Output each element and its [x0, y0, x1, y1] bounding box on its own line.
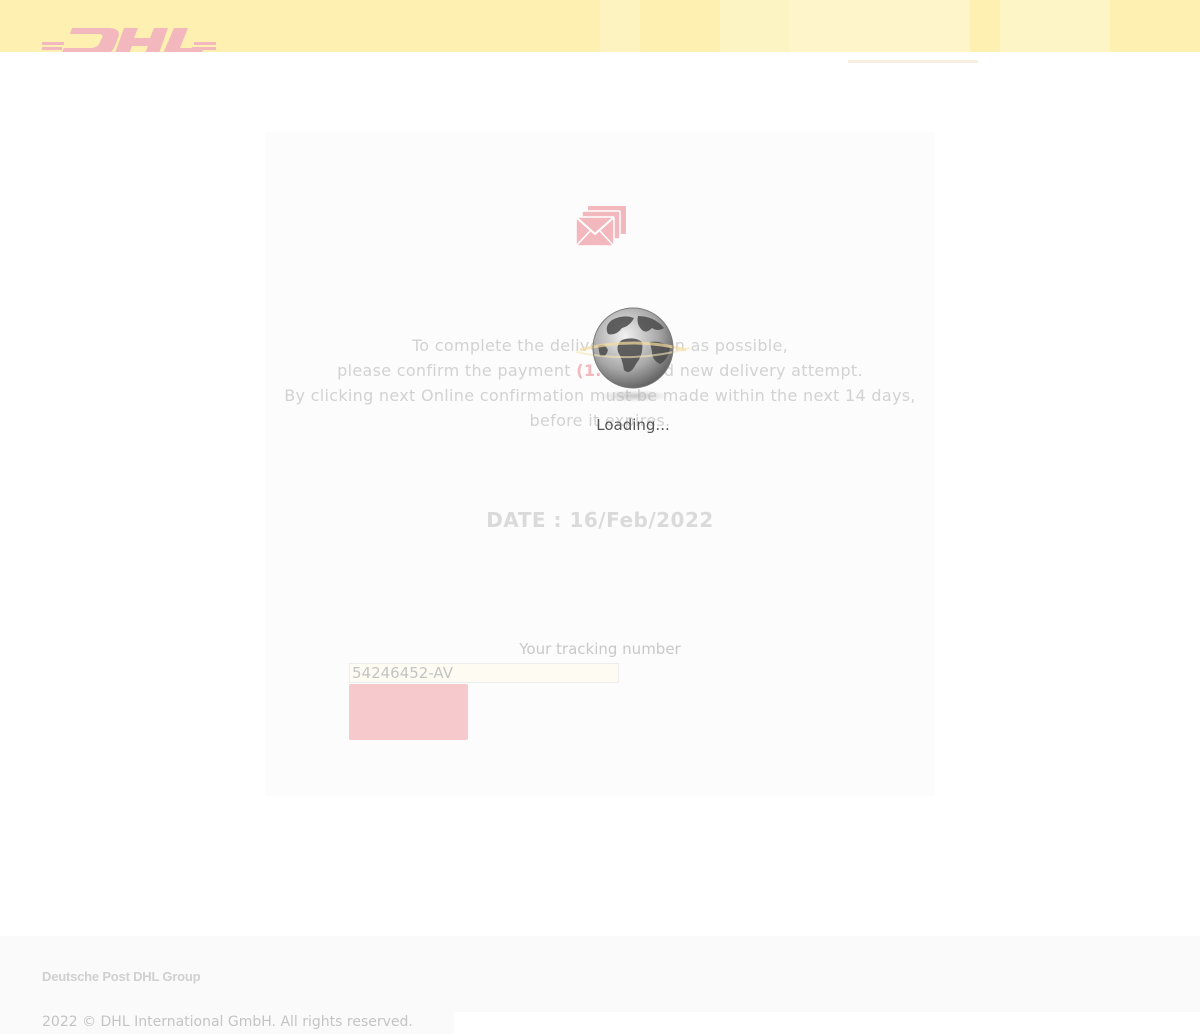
header-fade	[790, 0, 970, 52]
message-text: please confirm the payment	[337, 361, 577, 380]
header-fade	[720, 0, 790, 52]
next-button[interactable]	[349, 684, 468, 740]
header-fade	[600, 0, 640, 52]
footer-brand: Deutsche Post DHL Group	[42, 969, 201, 984]
copyright-text: 2022 © DHL International GmbH. All right…	[42, 1014, 413, 1030]
delivery-date: DATE : 16/Feb/2022	[486, 508, 714, 532]
loading-text: Loading...	[596, 416, 670, 434]
page: To complete the delivery as soon as poss…	[0, 0, 1200, 1034]
tracking-number-input[interactable]	[349, 663, 619, 683]
footer-panel	[454, 1012, 1200, 1034]
globe-icon	[572, 306, 694, 406]
header-underline	[848, 60, 978, 63]
header-fade	[1000, 0, 1110, 52]
dhl-logo-icon[interactable]	[42, 26, 216, 52]
tracking-number-label: Your tracking number	[519, 640, 681, 658]
envelope-stack-icon	[575, 206, 628, 248]
header	[0, 0, 1200, 52]
